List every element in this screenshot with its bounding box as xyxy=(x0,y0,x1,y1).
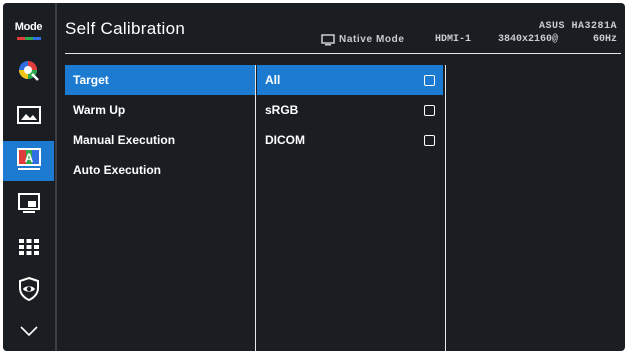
menu-item-warm-up[interactable]: Warm Up xyxy=(65,95,255,125)
options-column-divider xyxy=(445,65,446,351)
option-all[interactable]: All xyxy=(257,65,443,95)
color-mode-status: Native Mode xyxy=(339,34,405,45)
page-title: Self Calibration xyxy=(65,19,186,38)
options-list: All sRGB DICOM xyxy=(257,65,443,155)
menu-item-auto-execution[interactable]: Auto Execution xyxy=(65,155,255,185)
option-all-checkbox[interactable] xyxy=(424,75,435,86)
sidebar-item-pip[interactable] xyxy=(3,185,54,225)
sidebar: Mode A xyxy=(3,3,54,351)
model-name: ASUS HA3281A xyxy=(538,21,617,32)
sidebar-item-color[interactable] xyxy=(3,53,54,93)
self-calibration-icon: A xyxy=(16,147,42,176)
sidebar-item-eyecare[interactable] xyxy=(3,271,54,311)
input-source-status: HDMI-1 xyxy=(435,34,472,45)
menu-column-divider xyxy=(255,65,256,351)
option-srgb[interactable]: sRGB xyxy=(257,95,443,125)
svg-text:A: A xyxy=(24,151,33,165)
sidebar-item-system[interactable] xyxy=(3,229,54,269)
option-dicom[interactable]: DICOM xyxy=(257,125,443,155)
sidebar-item-mode[interactable]: Mode xyxy=(3,7,54,47)
menu-list: Target Warm Up Manual Execution Auto Exe… xyxy=(65,65,255,185)
option-dicom-checkbox[interactable] xyxy=(424,135,435,146)
sidebar-item-self-calibration[interactable]: A xyxy=(3,141,54,181)
option-srgb-checkbox[interactable] xyxy=(424,105,435,116)
menu-item-manual-execution[interactable]: Manual Execution xyxy=(65,125,255,155)
option-label: DICOM xyxy=(265,133,305,147)
resolution-status: 3840x2160@ xyxy=(498,34,559,45)
sidebar-divider xyxy=(55,3,57,351)
menu-item-target[interactable]: Target xyxy=(65,65,255,95)
chevron-down-icon xyxy=(19,324,39,342)
header-divider xyxy=(65,53,621,54)
option-label: All xyxy=(265,73,281,87)
pip-icon xyxy=(17,192,41,219)
system-grid-icon xyxy=(18,237,40,262)
option-label: sRGB xyxy=(265,103,299,117)
mode-label: Mode xyxy=(14,21,43,33)
osd-panel: Mode A Self Calibration ASUS HA3281A Nat… xyxy=(3,3,625,351)
sidebar-item-more[interactable] xyxy=(3,313,54,351)
sidebar-item-image[interactable] xyxy=(3,97,54,137)
shield-eye-icon xyxy=(17,276,41,307)
color-wheel-icon xyxy=(17,59,41,88)
image-icon xyxy=(16,105,41,130)
mode-color-bar xyxy=(17,37,41,40)
monitor-icon xyxy=(321,33,335,51)
refresh-rate-status: 60Hz xyxy=(592,34,617,45)
